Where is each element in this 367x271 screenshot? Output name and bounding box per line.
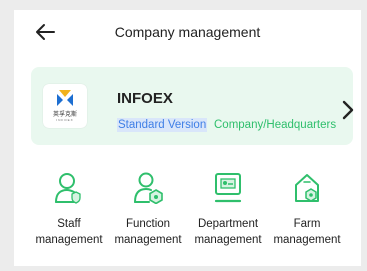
arrow-left-icon [36, 24, 55, 40]
company-role: Company/Headquarters [214, 119, 337, 131]
farm-management-label: Farm management [273, 218, 341, 246]
farm-management-button[interactable]: Farm management [268, 170, 346, 262]
header-bar: Company management [14, 10, 361, 54]
logo-subtext: INFOEX [56, 118, 74, 122]
function-icon [134, 172, 163, 204]
company-name: INFOEX [117, 90, 173, 107]
edition-badge: Standard Version [117, 118, 208, 132]
company-logo: 英孚克斯 INFOEX [43, 84, 87, 128]
staff-management-label: Staff management [35, 218, 103, 246]
farm-icon [295, 174, 319, 202]
page-title: Company management [114, 24, 261, 40]
department-management-button[interactable]: Department management [189, 170, 267, 262]
staff-management-button[interactable]: Staff management [30, 170, 108, 262]
back-button[interactable] [34, 23, 56, 41]
department-icon [214, 173, 242, 203]
function-management-label: Function management [114, 218, 182, 246]
logo-emblem-icon [57, 90, 73, 106]
company-card[interactable]: 英孚克斯 INFOEX INFOEX Standard Version Comp… [31, 67, 354, 145]
staff-icon [55, 173, 81, 204]
company-management-screen: Company management 英孚克斯 INFOEX INFOEX St… [14, 10, 361, 266]
department-management-label: Department management [194, 218, 262, 246]
function-management-button[interactable]: Function management [109, 170, 187, 262]
chevron-right-icon[interactable] [342, 100, 354, 120]
